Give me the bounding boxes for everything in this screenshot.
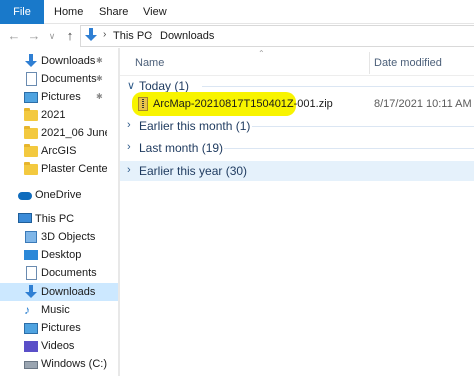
breadcrumb-this-pc[interactable]: This PC (113, 30, 152, 42)
nav-item-label: OneDrive (35, 189, 82, 201)
group-label: Earlier this month (1) (139, 119, 251, 133)
download-arrow-icon (24, 285, 38, 299)
group-earlier-this-year[interactable]: › Earlier this year (30) (120, 161, 474, 181)
download-arrow-icon (24, 54, 38, 68)
nav-item-label: Pictures (41, 322, 81, 334)
file-row[interactable]: ArcMap-20210817T150401Z-001.zip 8/17/202… (120, 92, 474, 116)
folder-icon (24, 126, 38, 140)
nav-item-label: 2021_06 June Re (41, 127, 107, 139)
group-label: Earlier this year (30) (139, 164, 248, 178)
column-name-header[interactable]: Name (135, 57, 164, 69)
nav-item-label: Desktop (41, 249, 82, 261)
chevron-right-icon[interactable]: › (127, 119, 131, 131)
nav-item-label: 3D Objects (41, 231, 96, 243)
file-date: 8/17/2021 10:11 AM (374, 98, 472, 110)
zip-file-icon (138, 97, 148, 111)
nav-item-videos[interactable]: Videos (0, 337, 118, 355)
ribbon: File Home Share View (0, 0, 474, 24)
group-divider (252, 126, 474, 127)
pin-icon: ✱ (96, 74, 103, 83)
nav-item-label: Music (41, 304, 70, 316)
nav-item-pc-downloads[interactable]: Downloads (0, 283, 118, 301)
navigation-pane: Downloads ✱ Documents ✱ Pictures ✱ 2021 … (0, 48, 118, 376)
breadcrumb-separator-icon[interactable]: › (149, 29, 152, 40)
videos-icon (24, 339, 38, 353)
computer-icon (18, 212, 32, 226)
sort-caret-icon: ⌃ (258, 49, 265, 58)
group-divider (224, 148, 474, 149)
nav-item-arcgis[interactable]: ArcGIS (0, 142, 118, 160)
chevron-right-icon[interactable]: › (127, 164, 131, 176)
column-date-header[interactable]: Date modified (374, 57, 442, 69)
tab-file[interactable]: File (0, 0, 44, 24)
nav-item-label: 2021 (41, 109, 66, 121)
document-icon (24, 72, 38, 86)
nav-item-2021-06-june[interactable]: 2021_06 June Re (0, 124, 118, 142)
address-bar[interactable]: › This PC › Downloads (80, 25, 474, 47)
tab-home[interactable]: Home (54, 0, 83, 24)
nav-item-pictures[interactable]: Pictures ✱ (0, 88, 118, 106)
music-icon: ♪ (24, 303, 30, 317)
chevron-down-icon[interactable]: ∨ (127, 79, 135, 92)
forward-arrow-icon[interactable]: → (26, 28, 42, 44)
drive-icon (24, 357, 38, 371)
nav-item-windows-c[interactable]: Windows (C:) (0, 355, 118, 373)
nav-item-label: Plaster Center N (41, 163, 107, 175)
cloud-icon (18, 188, 32, 202)
download-arrow-icon (84, 28, 98, 42)
column-header: ⌃ Name Date modified (120, 48, 474, 76)
back-arrow-icon[interactable]: ← (6, 28, 22, 44)
3d-objects-icon (24, 230, 38, 244)
nav-item-this-pc[interactable]: This PC (0, 210, 118, 228)
tab-view[interactable]: View (143, 0, 167, 24)
nav-item-music[interactable]: ♪ Music (0, 301, 118, 319)
nav-item-label: Documents (41, 267, 97, 279)
nav-item-3d-objects[interactable]: 3D Objects (0, 228, 118, 246)
nav-item-label: Downloads (41, 286, 96, 298)
nav-item-pc-pictures[interactable]: Pictures (0, 319, 118, 337)
nav-item-pc-documents[interactable]: Documents (0, 264, 118, 282)
folder-icon (24, 108, 38, 122)
file-name: ArcMap-20210817T150401Z-001.zip (153, 98, 333, 110)
nav-item-label: Videos (41, 340, 75, 352)
chevron-right-icon[interactable]: › (127, 141, 131, 153)
document-icon (24, 266, 38, 280)
tab-share[interactable]: Share (99, 0, 128, 24)
pictures-icon (24, 90, 38, 104)
group-divider (202, 86, 474, 87)
nav-item-downloads[interactable]: Downloads ✱ (0, 52, 118, 70)
column-divider[interactable] (369, 52, 370, 74)
group-label: Today (1) (139, 79, 190, 93)
pin-icon: ✱ (96, 56, 103, 65)
up-arrow-icon[interactable]: ↑ (62, 28, 78, 44)
navigation-bar: ← → ∨ ↑ › This PC › Downloads (0, 24, 474, 48)
pictures-icon (24, 321, 38, 335)
group-label: Last month (19) (139, 141, 224, 155)
nav-item-2021[interactable]: 2021 (0, 106, 118, 124)
desktop-icon (24, 248, 38, 262)
folder-icon (24, 162, 38, 176)
nav-item-label: Windows (C:) (41, 358, 107, 370)
nav-item-desktop[interactable]: Desktop (0, 246, 118, 264)
breadcrumb-separator-icon[interactable]: › (103, 29, 106, 40)
nav-item-label: This PC (35, 213, 75, 225)
breadcrumb-downloads[interactable]: Downloads (160, 30, 214, 42)
chevron-down-icon[interactable]: ∨ (44, 28, 60, 44)
nav-item-label: ArcGIS (41, 145, 77, 157)
nav-item-onedrive[interactable]: OneDrive (0, 186, 118, 204)
file-list: ⌃ Name Date modified ∨ Today (1) ArcMap-… (120, 48, 474, 376)
nav-item-plaster-center[interactable]: Plaster Center N (0, 160, 118, 178)
nav-item-documents[interactable]: Documents ✱ (0, 70, 118, 88)
pin-icon: ✱ (96, 92, 103, 101)
folder-icon (24, 144, 38, 158)
